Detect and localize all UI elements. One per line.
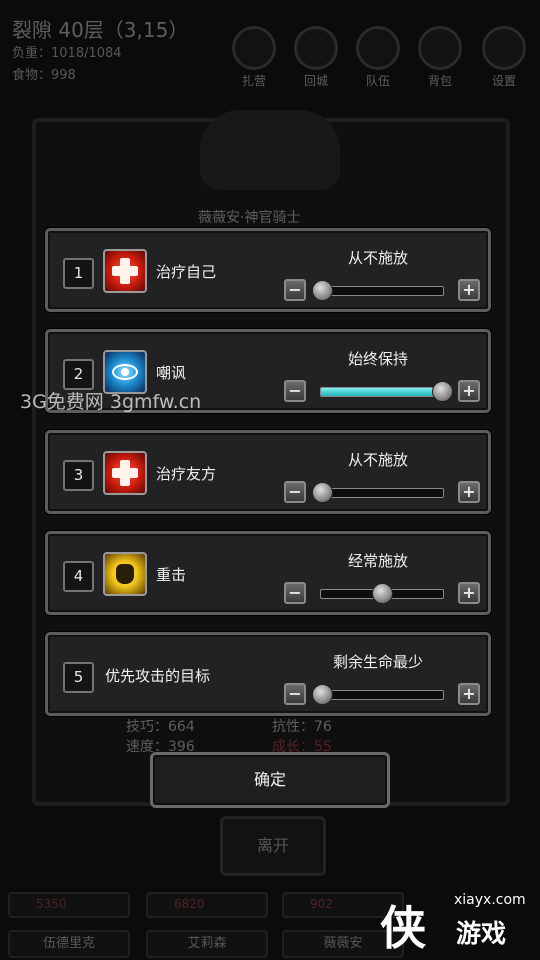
party-member-tab[interactable]: 艾莉森 — [146, 930, 268, 958]
decrease-button[interactable]: − — [284, 582, 306, 604]
skill-index: 4 — [63, 561, 94, 592]
camp-icon — [232, 26, 276, 70]
cast-frequency-label: 从不施放 — [347, 451, 408, 469]
skill-index: 3 — [63, 460, 94, 491]
cast-frequency-label: 从不施放 — [347, 249, 408, 267]
site-logo: 侠 xiayx.com 游戏 — [376, 888, 526, 958]
logo-brand: 游戏 — [456, 919, 507, 948]
cast-frequency-label: 始终保持 — [347, 350, 408, 368]
increase-button[interactable]: + — [458, 380, 480, 402]
return-town-button[interactable]: 回城 — [294, 26, 338, 89]
portal-icon — [294, 26, 338, 70]
party-button[interactable]: 队伍 — [356, 26, 400, 89]
party-hp-bar: 5350 — [8, 892, 130, 918]
cast-frequency-slider[interactable] — [320, 387, 444, 397]
party-hp-bar: 6820 — [146, 892, 268, 918]
leave-button[interactable]: 离开 — [220, 816, 326, 876]
food-count: 食物：998 — [12, 68, 76, 83]
cast-frequency-slider[interactable] — [320, 286, 444, 296]
skill-label: 嘲讽 — [156, 364, 187, 382]
skill-row: 4 重击 经常施放 − + — [45, 531, 491, 615]
decrease-button[interactable]: − — [284, 683, 306, 705]
stat-resistance: 抗性：76 — [272, 719, 332, 735]
character-name: 薇薇安·神官骑士 — [198, 210, 301, 226]
logo-glyph: 侠 — [380, 901, 426, 955]
slider-knob[interactable] — [432, 381, 453, 402]
increase-button[interactable]: + — [458, 582, 480, 604]
skill-row: 5 优先攻击的目标 剩余生命最少 − + — [45, 632, 491, 716]
skill-label: 治疗友方 — [156, 465, 217, 483]
confirm-button[interactable]: 确定 — [150, 752, 390, 808]
settings-button[interactable]: 设置 — [482, 26, 526, 89]
backpack-button[interactable]: 背包 — [418, 26, 462, 89]
slider-knob[interactable] — [312, 482, 333, 503]
skill-row: 3 治疗友方 从不施放 − + — [45, 430, 491, 514]
skill-label: 重击 — [156, 566, 187, 584]
party-icon — [356, 26, 400, 70]
dungeon-floor-title: 裂隙 40层（3,15） — [12, 18, 189, 42]
skill-label: 治疗自己 — [156, 263, 217, 281]
slider-fill — [321, 388, 443, 396]
party-member-tab[interactable]: 伍德里克 — [8, 930, 130, 958]
fist-icon — [103, 552, 147, 596]
logo-url: xiayx.com — [454, 892, 526, 908]
increase-button[interactable]: + — [458, 481, 480, 503]
skill-index: 2 — [63, 359, 94, 390]
load-capacity: 负重：1018/1084 — [12, 46, 122, 61]
skill-label: 优先攻击的目标 — [105, 667, 211, 685]
camp-button[interactable]: 扎营 — [232, 26, 276, 89]
ornate-crest-icon — [200, 110, 340, 190]
slider-knob[interactable] — [312, 280, 333, 301]
skill-index: 5 — [63, 662, 94, 693]
backpack-icon — [418, 26, 462, 70]
decrease-button[interactable]: − — [284, 481, 306, 503]
slider-knob[interactable] — [372, 583, 393, 604]
heal-icon — [103, 451, 147, 495]
increase-button[interactable]: + — [458, 279, 480, 301]
heal-icon — [103, 249, 147, 293]
target-priority-slider[interactable] — [320, 690, 444, 700]
decrease-button[interactable]: − — [284, 380, 306, 402]
site-watermark: 3G免费网 3gmfw.cn — [20, 391, 202, 413]
stat-skill: 技巧：664 — [126, 719, 195, 735]
skill-index: 1 — [63, 258, 94, 289]
decrease-button[interactable]: − — [284, 279, 306, 301]
skill-row: 1 治疗自己 从不施放 − + — [45, 228, 491, 312]
cast-frequency-slider[interactable] — [320, 488, 444, 498]
target-priority-label: 剩余生命最少 — [332, 653, 423, 671]
slider-knob[interactable] — [312, 684, 333, 705]
increase-button[interactable]: + — [458, 683, 480, 705]
cast-frequency-label: 经常施放 — [347, 552, 408, 570]
gear-icon — [482, 26, 526, 70]
